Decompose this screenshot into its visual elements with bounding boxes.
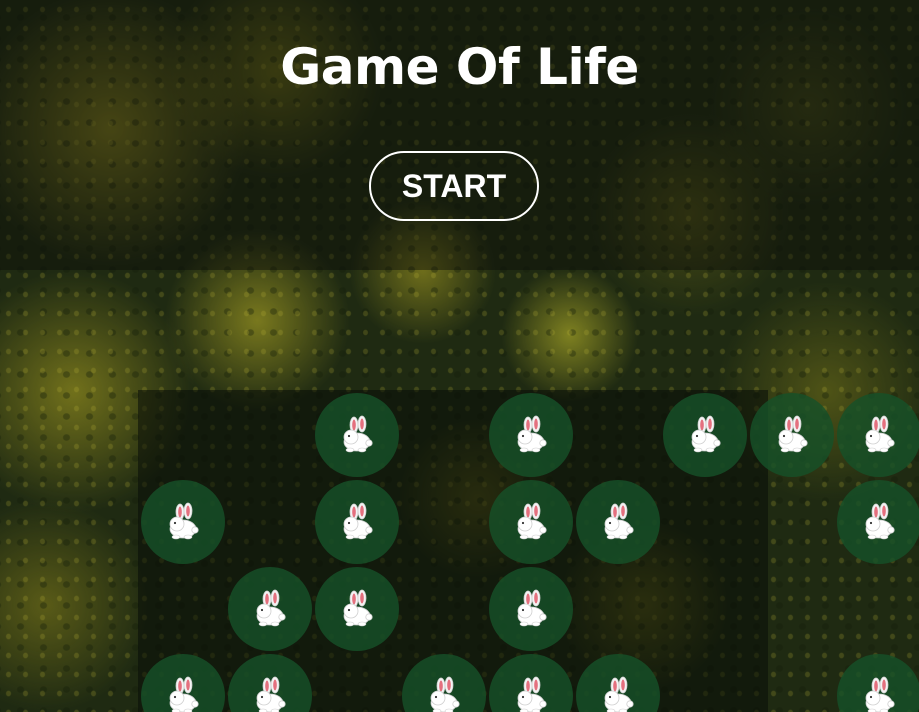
alive-cell[interactable] xyxy=(315,567,399,651)
rabbit-icon xyxy=(511,589,551,629)
rabbit-icon xyxy=(511,502,551,542)
rabbit-icon xyxy=(250,589,290,629)
rabbit-icon xyxy=(511,415,551,455)
alive-cell[interactable] xyxy=(228,654,312,712)
rabbit-icon xyxy=(772,415,812,455)
alive-cell[interactable] xyxy=(228,567,312,651)
rabbit-icon xyxy=(163,502,203,542)
alive-cell[interactable] xyxy=(402,654,486,712)
rabbit-icon xyxy=(598,502,638,542)
alive-cell[interactable] xyxy=(837,393,919,477)
alive-cell[interactable] xyxy=(837,654,919,712)
rabbit-icon xyxy=(337,502,377,542)
alive-cell[interactable] xyxy=(750,393,834,477)
alive-cell[interactable] xyxy=(315,480,399,564)
alive-cell[interactable] xyxy=(489,480,573,564)
rabbit-icon xyxy=(424,676,464,712)
alive-cell[interactable] xyxy=(576,654,660,712)
rabbit-icon xyxy=(685,415,725,455)
alive-cell[interactable] xyxy=(489,654,573,712)
alive-cell[interactable] xyxy=(663,393,747,477)
alive-cell[interactable] xyxy=(489,567,573,651)
rabbit-icon xyxy=(163,676,203,712)
alive-cell[interactable] xyxy=(141,480,225,564)
rabbit-icon xyxy=(859,415,899,455)
alive-cell[interactable] xyxy=(489,393,573,477)
rabbit-icon xyxy=(598,676,638,712)
alive-cell[interactable] xyxy=(576,480,660,564)
rabbit-icon xyxy=(511,676,551,712)
rabbit-icon xyxy=(250,676,290,712)
rabbit-icon xyxy=(859,502,899,542)
rabbit-icon xyxy=(337,415,377,455)
alive-cell[interactable] xyxy=(315,393,399,477)
alive-cell[interactable] xyxy=(141,654,225,712)
cell-layer xyxy=(0,0,919,712)
alive-cell[interactable] xyxy=(837,480,919,564)
rabbit-icon xyxy=(337,589,377,629)
rabbit-icon xyxy=(859,676,899,712)
